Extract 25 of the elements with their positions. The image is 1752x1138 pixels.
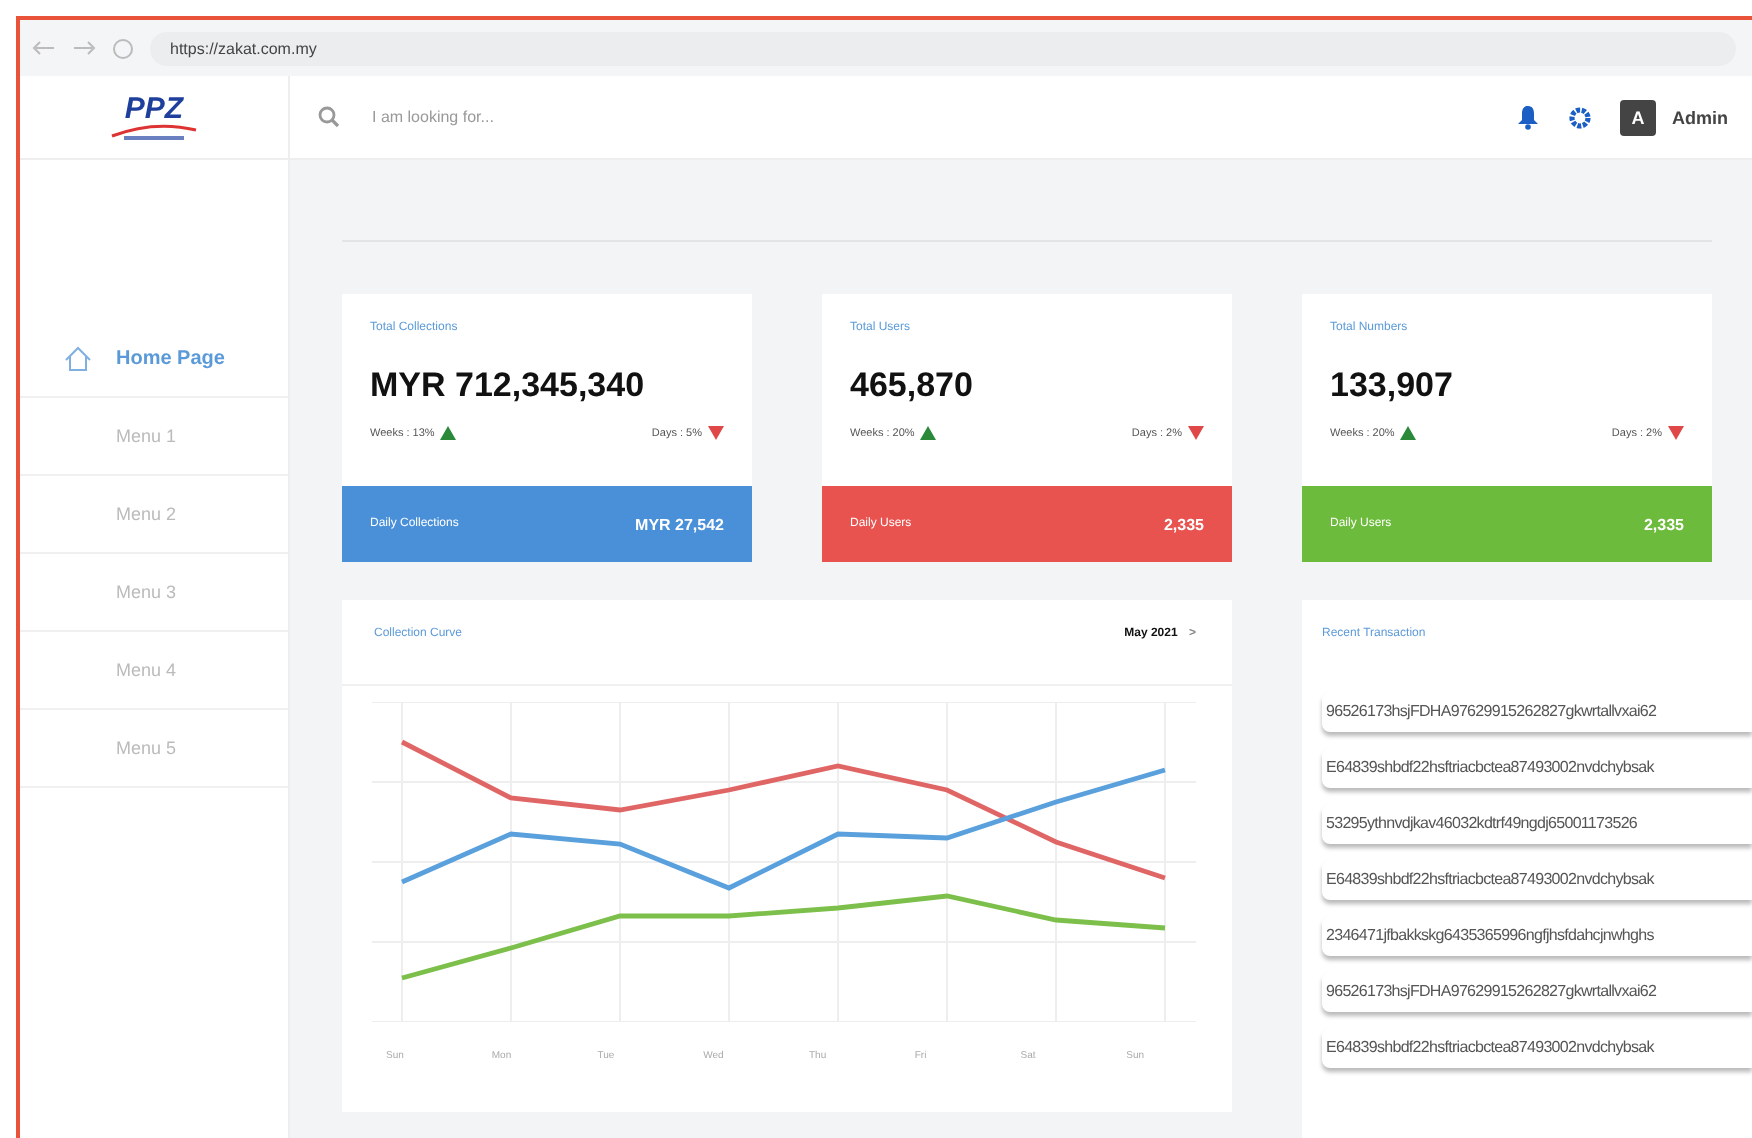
card-value: MYR 712,345,340 [370,366,647,406]
card-value: 133,907 [1330,366,1455,406]
address-field[interactable]: https://zakat.com.my [150,31,1736,65]
footer-value: MYR 27,542 [635,515,724,533]
bell-icon[interactable] [1516,104,1540,130]
transaction-row[interactable]: E64839shbdf22hsftriacbctea87493002nvdchybsak [1322,860,1752,900]
transaction-row[interactable]: 96526173hsjFDHA97629915262827gkwrtallvxai62 [1322,972,1752,1012]
reload-icon[interactable] [112,37,134,59]
card-value: 465,870 [850,366,975,406]
avatar[interactable]: A [1620,99,1656,135]
logo: PPZ [108,95,200,139]
settings-icon[interactable] [1568,105,1592,129]
transaction-row[interactable]: 96526173hsjFDHA97629915262827gkwrtallvxai62 [1322,692,1752,732]
footer-value: 2,335 [1643,515,1684,533]
search-icon [318,106,340,128]
transaction-row[interactable]: 2346471jfbakkskg6435365996ngfjhsfdahcjnwhghs [1322,916,1752,956]
search-field[interactable]: I am looking for... [368,106,1488,128]
footer-value: 2,335 [1163,515,1204,533]
back-icon[interactable] [32,40,56,56]
forward-icon[interactable] [72,40,96,56]
home-icon [64,345,92,371]
transaction-row[interactable]: E64839shbdf22hsftriacbctea87493002nvdchybsak [1322,1028,1752,1068]
transaction-row[interactable]: 53295ythnvdjkav46032kdtrf49ngdj65001173526 [1322,804,1752,844]
transaction-row[interactable]: E64839shbdf22hsftriacbctea87493002nvdchybsak [1322,748,1752,788]
user-name[interactable]: Admin [1672,107,1728,127]
